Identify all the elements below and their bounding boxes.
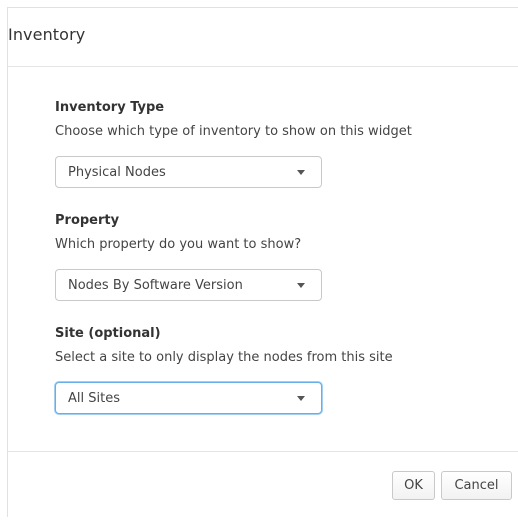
dialog-title: Inventory bbox=[8, 25, 86, 44]
property-value: Nodes By Software Version bbox=[68, 278, 243, 293]
chevron-down-icon bbox=[297, 283, 305, 288]
site-label: Site (optional) bbox=[55, 326, 161, 341]
dialog-footer: OK Cancel bbox=[8, 451, 518, 522]
site-value: All Sites bbox=[68, 391, 120, 406]
site-help: Select a site to only display the nodes … bbox=[55, 350, 393, 365]
ok-button[interactable]: OK bbox=[392, 471, 435, 500]
inventory-dialog: Inventory Inventory Type Choose which ty… bbox=[7, 7, 518, 517]
inventory-type-select[interactable]: Physical Nodes bbox=[55, 156, 322, 188]
property-select[interactable]: Nodes By Software Version bbox=[55, 269, 322, 301]
cancel-button[interactable]: Cancel bbox=[441, 471, 512, 500]
site-select[interactable]: All Sites bbox=[55, 382, 322, 414]
inventory-type-help: Choose which type of inventory to show o… bbox=[55, 124, 412, 139]
property-help: Which property do you want to show? bbox=[55, 237, 302, 252]
inventory-type-label: Inventory Type bbox=[55, 100, 165, 115]
chevron-down-icon bbox=[297, 170, 305, 175]
dialog-header: Inventory bbox=[8, 8, 518, 67]
chevron-down-icon bbox=[297, 396, 305, 401]
property-label: Property bbox=[55, 213, 120, 228]
inventory-type-value: Physical Nodes bbox=[68, 165, 166, 180]
